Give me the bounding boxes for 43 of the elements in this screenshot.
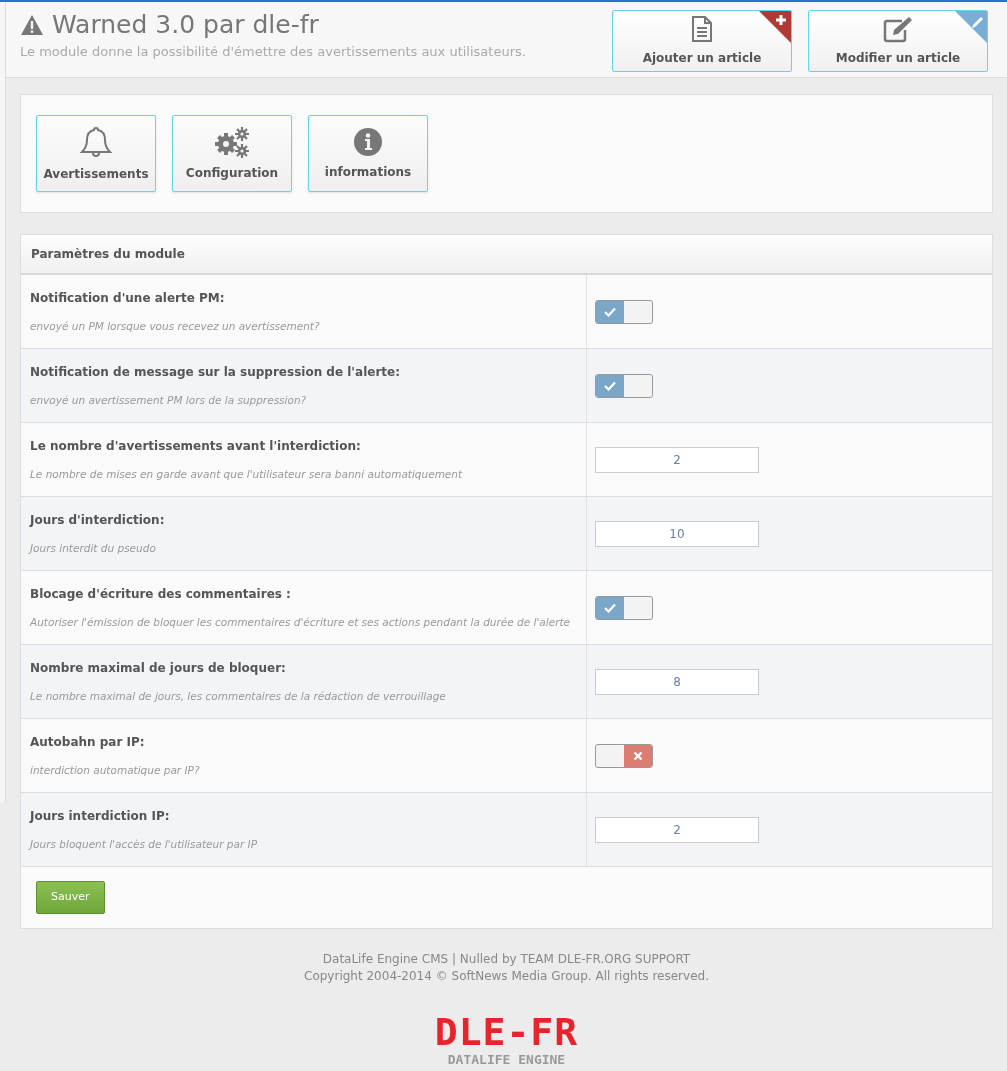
toggle-switch[interactable]	[595, 373, 653, 398]
bell-icon	[80, 124, 112, 159]
setting-hint: envoyé un PM lorsque vous recevez un avertissement?	[30, 319, 321, 334]
toggle-switch[interactable]	[595, 743, 653, 768]
setting-hint: Jours bloquent l'accès de l'utilisateur par IP	[30, 837, 258, 852]
module-nav-button[interactable]: informations	[308, 115, 428, 192]
number-field[interactable]: 8	[595, 668, 759, 695]
setting-label: Blocage d'écriture des commentaires :	[30, 586, 292, 603]
setting-hint: Le nombre de mises en garde avant que l'utilisateur sera banni automatiquement	[30, 467, 464, 482]
setting-label: Autobahn par IP:	[30, 734, 146, 751]
setting-label: Notification d'une alerte PM:	[30, 290, 226, 307]
number-field[interactable]: 10	[595, 520, 759, 547]
module-nav-button[interactable]: Configuration	[172, 115, 292, 192]
action-button[interactable]: Modifier un article	[808, 10, 988, 72]
number-field[interactable]: 2	[595, 446, 759, 473]
logo-tagline: DATALIFE ENGINE	[447, 1050, 566, 1068]
footer-text: DataLife Engine CMS | Nulled by TEAM DLE-FR.ORG SUPPORT	[321, 950, 692, 968]
setting-label: Le nombre d'avertissements avant l'interdiction:	[30, 438, 362, 455]
info-icon	[353, 126, 383, 157]
setting-hint: envoyé un avertissement PM lors de la suppression?	[30, 393, 308, 408]
setting-hint: Autoriser l'émission de bloquer les commentaires d'écriture et ses actions pendant la durée de l'alerte	[30, 615, 572, 630]
page-title: Warned 3.0 par dle-fr	[52, 10, 319, 40]
setting-hint: Le nombre maximal de jours, les commentaires de la rédaction de verrouillage	[30, 689, 447, 704]
setting-label: Nombre maximal de jours de bloquer:	[30, 660, 287, 677]
pencil-icon	[955, 11, 987, 43]
setting-hint: Jours interdit du pseudo	[30, 541, 157, 556]
plus-icon	[759, 11, 791, 43]
toggle-switch[interactable]	[595, 595, 653, 620]
document-icon	[691, 15, 713, 43]
setting-label: Notification de message sur la suppression de l'alerte:	[30, 364, 401, 381]
setting-hint: interdiction automatique par IP?	[30, 763, 201, 778]
footer-text: Copyright 2004-2014 © SoftNews Media Group. All rights reserved.	[303, 967, 710, 985]
setting-label: Jours interdiction IP:	[30, 808, 171, 825]
number-field[interactable]: 2	[595, 816, 759, 843]
pencil-square-icon	[882, 15, 914, 43]
action-button[interactable]: Ajouter un article	[612, 10, 792, 72]
warning-icon	[20, 14, 44, 36]
toggle-switch[interactable]	[595, 299, 653, 324]
gears-icon	[214, 125, 250, 158]
setting-label: Jours d'interdiction:	[30, 512, 166, 529]
module-nav-button[interactable]: Avertissements	[36, 115, 156, 192]
page-subtitle: Le module donne la possibilité d'émettre des avertissements aux utilisateurs.	[20, 43, 526, 61]
logo-text: DLE-FR	[434, 1012, 579, 1051]
